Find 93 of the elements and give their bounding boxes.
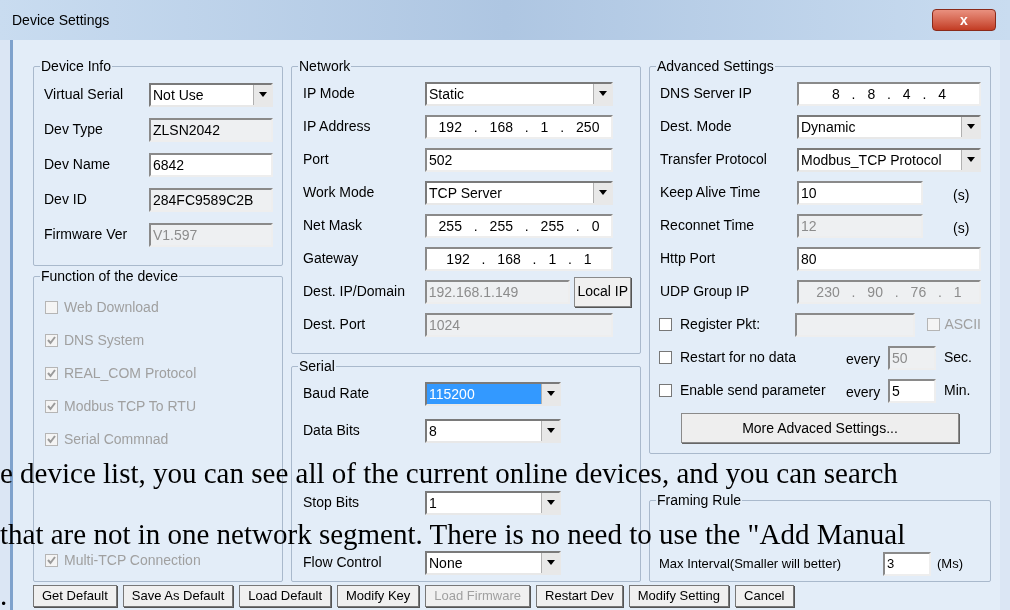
field-label: Dev Type bbox=[43, 120, 104, 139]
unit-label: (Ms) bbox=[937, 554, 963, 573]
action-button[interactable]: Restart Dev bbox=[536, 585, 623, 607]
checkbox-label: ASCII bbox=[944, 315, 981, 334]
dropdown-arrow-icon bbox=[598, 91, 607, 96]
overlay-text: that are not in one network segment. There is no need to use the "Add Manual bbox=[0, 519, 906, 549]
checkbox-label: Serial Commnad bbox=[64, 430, 169, 449]
window-title: Device Settings bbox=[12, 10, 110, 30]
field-label: Flow Control bbox=[302, 553, 383, 572]
action-button[interactable]: Get Default bbox=[33, 585, 117, 607]
dropdown-arrow-icon bbox=[258, 92, 267, 97]
checkbox-label: Web Download bbox=[64, 298, 159, 317]
checkbox-label: Restart for no data bbox=[680, 348, 797, 367]
field-label: IP Mode bbox=[302, 84, 356, 103]
checkbox[interactable] bbox=[659, 318, 672, 331]
dropdown[interactable]: 1 bbox=[425, 490, 561, 515]
checkbox-label: Enable send parameter bbox=[680, 381, 827, 400]
ip-address-field[interactable]: 8 . 8 . 4 . 4 bbox=[797, 81, 981, 106]
action-button[interactable]: Cancel bbox=[735, 585, 794, 607]
field-label: Transfer Protocol bbox=[659, 150, 768, 169]
field-label: Gateway bbox=[302, 249, 360, 268]
field-label: IP Address bbox=[302, 117, 372, 136]
dropdown[interactable]: Not Use bbox=[149, 82, 273, 107]
field-label: Net Mask bbox=[302, 216, 364, 235]
dropdown[interactable]: Static bbox=[425, 81, 613, 106]
dropdown-arrow-icon bbox=[598, 190, 607, 195]
overlay-text: . bbox=[0, 580, 8, 610]
field-label: Work Mode bbox=[302, 183, 376, 202]
field-label: Dest. Port bbox=[302, 315, 367, 334]
input-field[interactable]: ZLSN2042 bbox=[149, 117, 273, 142]
unit-label: (s) bbox=[953, 186, 970, 205]
action-button[interactable]: Save As Default bbox=[122, 585, 234, 607]
close-button[interactable]: x bbox=[932, 9, 996, 31]
dropdown[interactable]: Modbus_TCP Protocol bbox=[797, 147, 981, 172]
dropdown-arrow-icon bbox=[546, 428, 555, 433]
action-button[interactable]: Modify Key bbox=[337, 585, 420, 607]
check-icon bbox=[47, 556, 56, 565]
dropdown[interactable]: Dynamic bbox=[797, 114, 981, 139]
checkbox[interactable] bbox=[659, 384, 672, 397]
dropdown[interactable]: None bbox=[425, 550, 561, 575]
action-button[interactable]: Modify Setting bbox=[628, 585, 730, 607]
every-label: every bbox=[846, 383, 882, 402]
input-field[interactable]: 502 bbox=[425, 147, 613, 172]
checkbox-label: Modbus TCP To RTU bbox=[64, 397, 197, 416]
field-label: Data Bits bbox=[302, 421, 361, 440]
field-label: Reconnet Time bbox=[659, 216, 756, 235]
input-field[interactable]: 80 bbox=[797, 246, 981, 271]
checkbox-label: Register Pkt: bbox=[680, 315, 762, 334]
every-label: every bbox=[846, 350, 882, 369]
unit-label: Min. bbox=[944, 381, 971, 400]
field-label: Virtual Serial bbox=[43, 85, 125, 104]
more-settings-button[interactable]: More Advaced Settings... bbox=[681, 413, 959, 443]
field-label: Dest. IP/Domain bbox=[302, 282, 406, 301]
field-label: Dest. Mode bbox=[659, 117, 733, 136]
input-field[interactable]: 6842 bbox=[149, 152, 273, 177]
ip-address-field[interactable]: 255 . 255 . 255 . 0 bbox=[425, 213, 613, 238]
check-icon bbox=[47, 435, 56, 444]
dropdown-arrow-icon bbox=[546, 391, 555, 396]
field-label: Baud Rate bbox=[302, 384, 371, 403]
group-title: Framing Rule bbox=[656, 491, 743, 509]
field-label: UDP Group IP bbox=[659, 282, 751, 301]
dropdown-arrow-icon bbox=[966, 124, 975, 129]
field-label: Firmware Ver bbox=[43, 225, 129, 244]
input-field[interactable]: 5 bbox=[888, 378, 936, 403]
dropdown-arrow-icon bbox=[546, 560, 555, 565]
ip-address-field[interactable]: 192 . 168 . 1 . 250 bbox=[425, 114, 613, 139]
action-button[interactable]: Load Default bbox=[239, 585, 331, 607]
ip-address-field[interactable]: 192 . 168 . 1 . 1 bbox=[425, 246, 613, 271]
field-label: DNS Server IP bbox=[659, 84, 753, 103]
field-label: Max Interval(Smaller will better) bbox=[659, 554, 843, 573]
checkbox-label: Multi-TCP Connection bbox=[64, 551, 201, 570]
check-icon bbox=[47, 402, 56, 411]
unit-label: (s) bbox=[953, 219, 970, 238]
field-label: Stop Bits bbox=[302, 493, 361, 512]
field-label: Http Port bbox=[659, 249, 717, 268]
group-title: Advanced Settings bbox=[656, 57, 775, 75]
input-field[interactable]: 3 bbox=[883, 551, 931, 576]
checkbox-label: DNS System bbox=[64, 331, 145, 350]
dropdown[interactable]: 8 bbox=[425, 418, 561, 443]
field-label: Port bbox=[302, 150, 330, 169]
dropdown-arrow-icon bbox=[546, 500, 555, 505]
check-icon bbox=[47, 369, 56, 378]
dropdown-arrow-icon bbox=[966, 157, 975, 162]
field-label: Dev ID bbox=[43, 190, 88, 209]
field-label: Dev Name bbox=[43, 155, 112, 174]
checkbox-label: REAL_COM Protocol bbox=[64, 364, 197, 383]
check-icon bbox=[47, 336, 56, 345]
input-field[interactable]: 10 bbox=[797, 180, 923, 205]
dropdown[interactable]: TCP Server bbox=[425, 180, 613, 205]
input-field[interactable]: 284FC9589C2B bbox=[149, 187, 273, 212]
overlay-text: e device list, you can see all of the current online devices, and you can search bbox=[0, 458, 898, 488]
field-label: Keep Alive Time bbox=[659, 183, 762, 202]
unit-label: Sec. bbox=[944, 348, 972, 367]
